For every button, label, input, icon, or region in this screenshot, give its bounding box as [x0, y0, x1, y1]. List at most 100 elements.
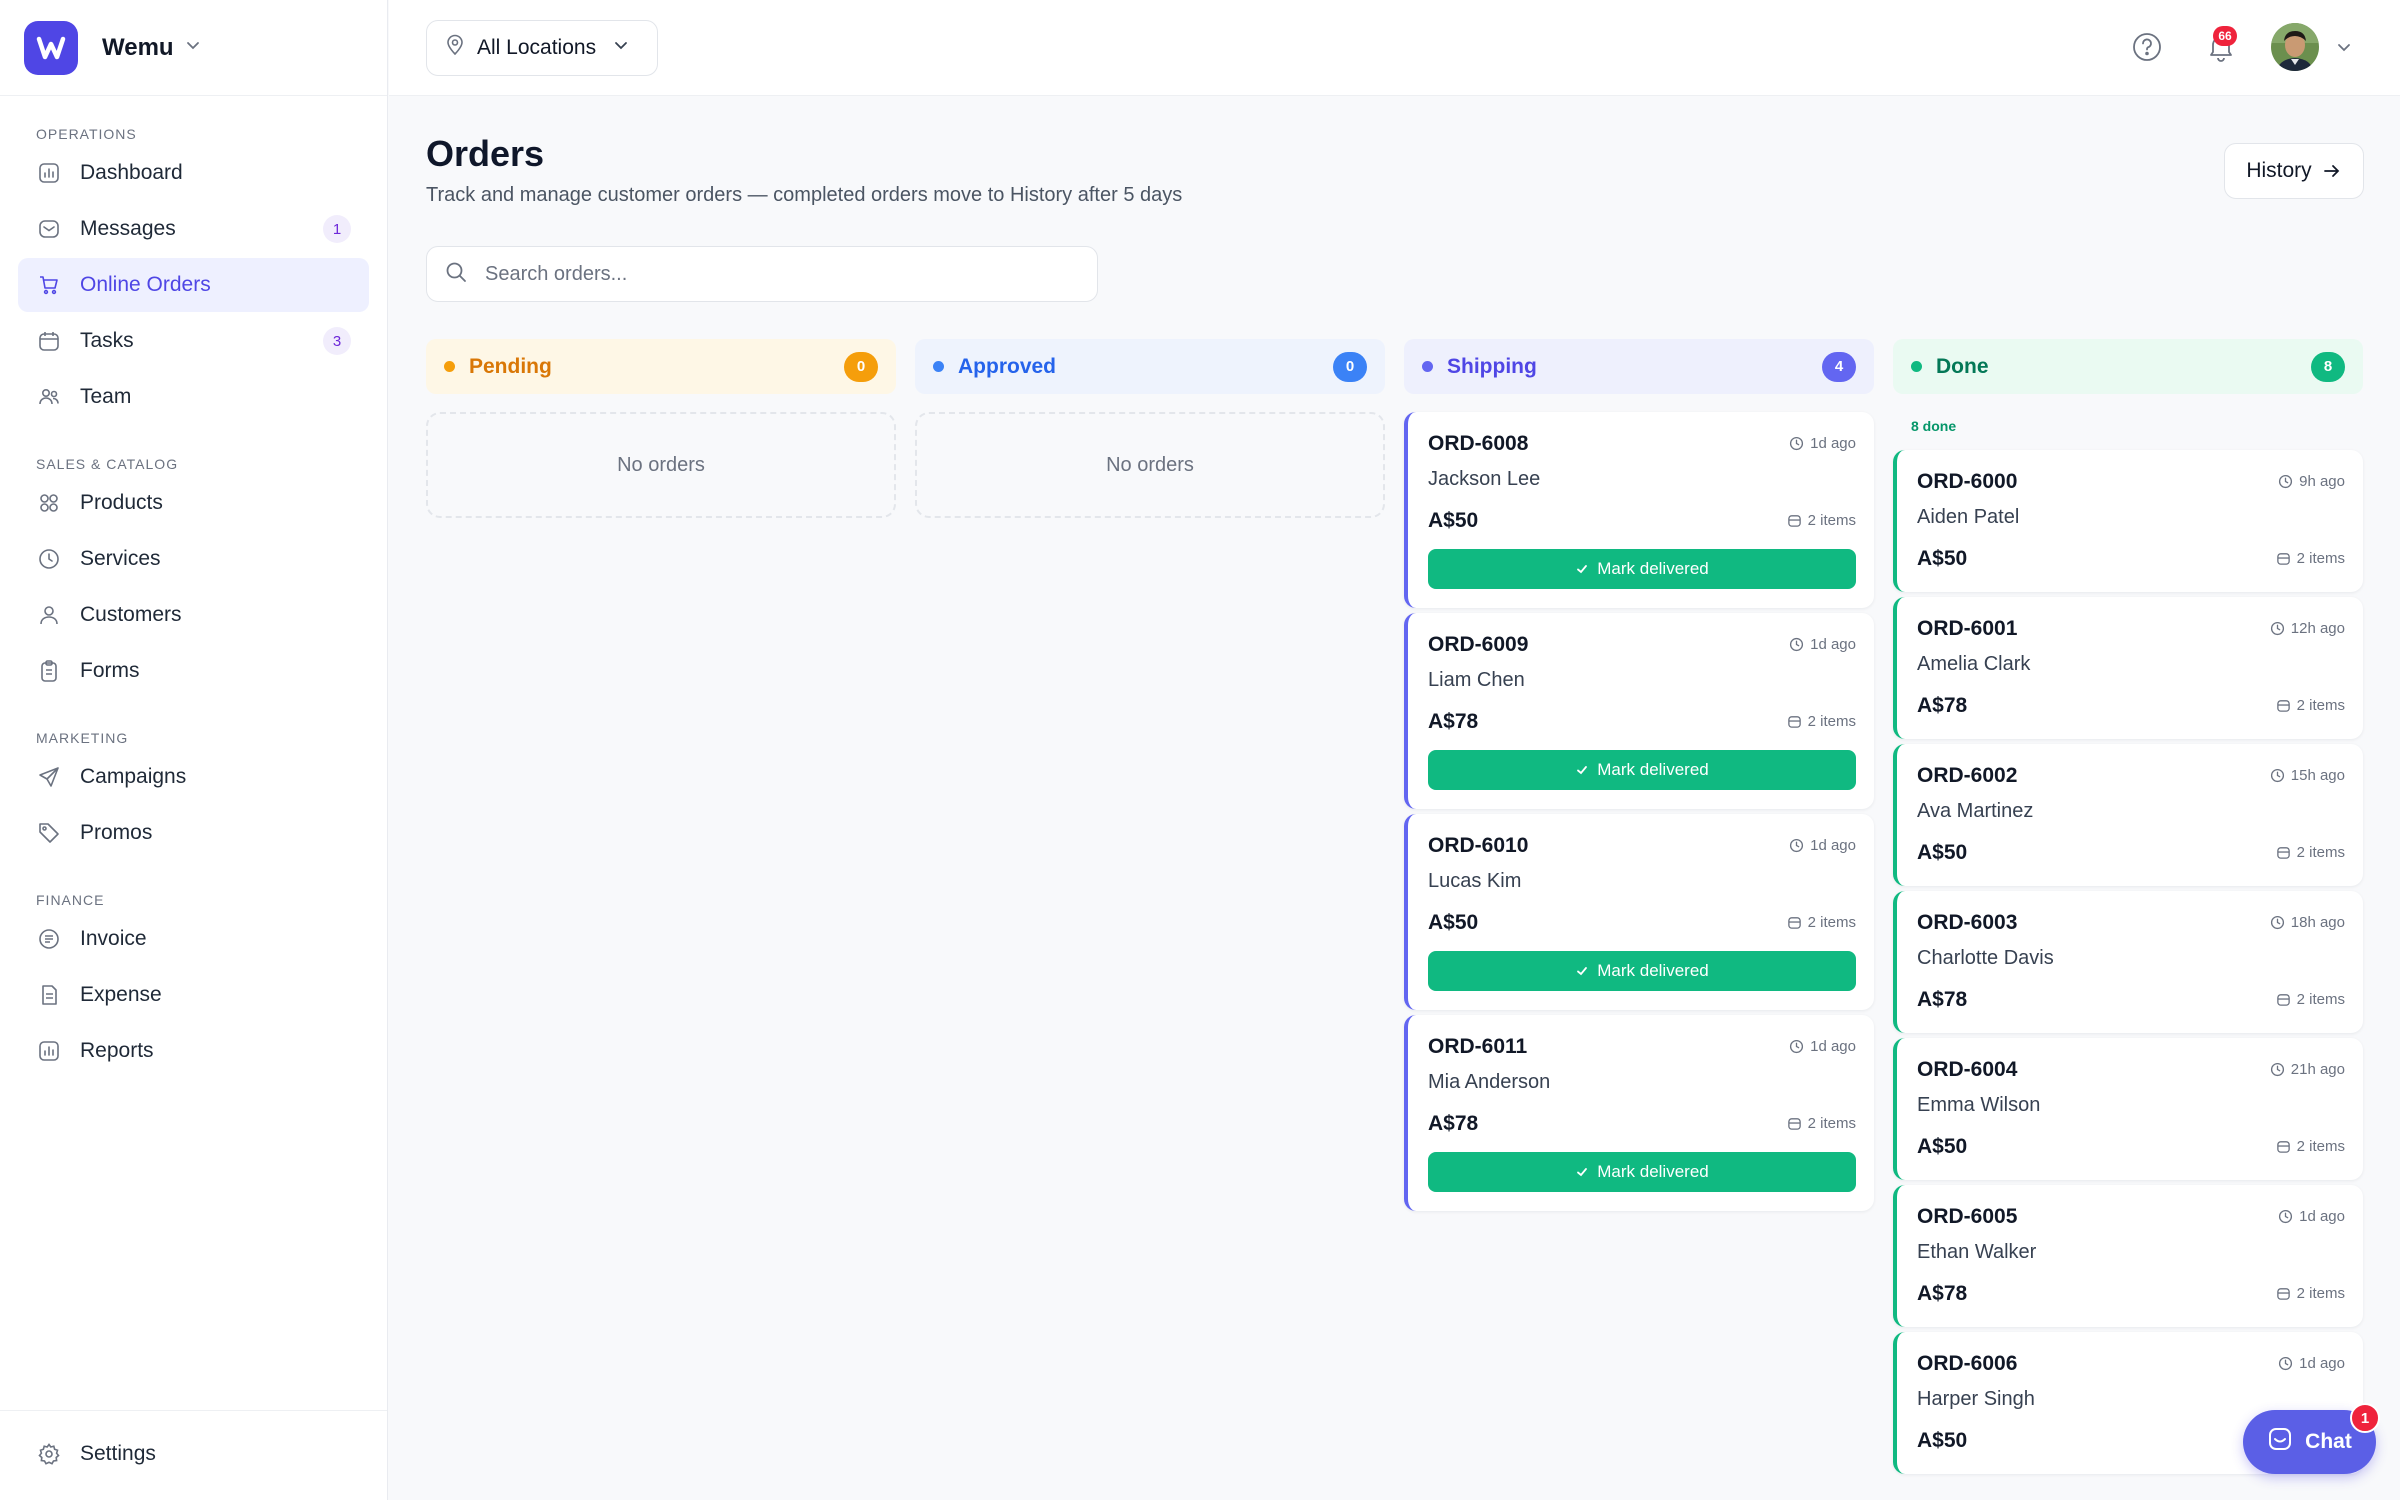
order-amount: A$78: [1917, 988, 1968, 1011]
brand-switcher[interactable]: Wemu: [0, 0, 387, 96]
customer-name: Mia Anderson: [1428, 1071, 1551, 1093]
order-id: ORD-6004: [1917, 1058, 2018, 1081]
sidebar-item-label: Messages: [80, 217, 176, 240]
mark-delivered-button[interactable]: Mark delivered: [1428, 750, 1856, 790]
order-time-text: 21h ago: [2290, 1061, 2345, 1078]
sidebar-item-reports[interactable]: Reports: [18, 1024, 369, 1078]
order-card[interactable]: ORD-6005 1d ago Ethan Walker A$78 2 items: [1893, 1185, 2363, 1327]
search-box[interactable]: [426, 246, 1098, 302]
page-subtitle: Track and manage customer orders — compl…: [426, 184, 1183, 206]
sidebar-item-label: Services: [80, 547, 161, 570]
sidebar-item-label: Invoice: [80, 927, 147, 950]
package-icon: [2276, 1286, 2297, 1301]
sidebar-item-team[interactable]: Team: [18, 370, 369, 424]
order-time-text: 1d ago: [1810, 837, 1856, 854]
customer-name: Harper Singh: [1917, 1388, 2035, 1410]
mark-delivered-button[interactable]: Mark delivered: [1428, 549, 1856, 589]
sidebar-item-label: Expense: [80, 983, 162, 1006]
sidebar-item-expense[interactable]: Expense: [18, 968, 369, 1022]
clock-icon: [1789, 838, 1810, 853]
nav-section-title: MARKETING: [36, 730, 129, 746]
clock-icon: [36, 546, 62, 572]
order-time: 18h ago: [2270, 914, 2345, 931]
mark-delivered-button[interactable]: Mark delivered: [1428, 951, 1856, 991]
empty-state: No orders: [426, 412, 896, 518]
sidebar-item-online-orders[interactable]: Online Orders: [18, 258, 369, 312]
order-card[interactable]: ORD-6010 1d ago Lucas Kim A$50 2 items Mark d…: [1404, 814, 1874, 1010]
search-icon: [445, 261, 467, 288]
order-id: ORD-6000: [1917, 470, 2018, 493]
gear-icon: [36, 1441, 62, 1467]
sidebar-item-invoice[interactable]: Invoice: [18, 912, 369, 966]
order-amount: A$78: [1917, 694, 1968, 717]
topbar: All Locations 66: [389, 0, 2400, 96]
order-items: 2 items: [1787, 512, 1856, 529]
sidebar-item-customers[interactable]: Customers: [18, 588, 369, 642]
clock-icon: [2278, 474, 2299, 489]
clock-icon: [2278, 1209, 2299, 1224]
mark-delivered-label: Mark delivered: [1597, 961, 1709, 980]
column-title: Approved: [958, 354, 1057, 378]
calendar-icon: [36, 328, 62, 354]
location-label: All Locations: [477, 36, 597, 59]
customer-name: Emma Wilson: [1917, 1094, 2041, 1116]
order-card[interactable]: ORD-6004 21h ago Emma Wilson A$50 2 items: [1893, 1038, 2363, 1180]
wemu-logo-icon: [24, 20, 78, 75]
sidebar-item-promos[interactable]: Promos: [18, 806, 369, 860]
status-dot: [933, 361, 944, 372]
sidebar-item-label: Customers: [80, 603, 182, 626]
page-title: Orders: [426, 133, 545, 174]
customer-name: Amelia Clark: [1917, 653, 2031, 675]
column-pending: Pending 0 No orders: [426, 339, 896, 518]
order-time: 21h ago: [2270, 1061, 2345, 1078]
chevron-down-icon: [612, 36, 630, 60]
order-card[interactable]: ORD-6001 12h ago Amelia Clark A$78 2 items: [1893, 597, 2363, 739]
customer-name: Lucas Kim: [1428, 870, 1522, 892]
order-card[interactable]: ORD-6003 18h ago Charlotte Davis A$78 2 item…: [1893, 891, 2363, 1033]
order-card[interactable]: ORD-6002 15h ago Ava Martinez A$50 2 items: [1893, 744, 2363, 886]
history-button[interactable]: History: [2224, 143, 2364, 199]
expense-icon: [36, 982, 62, 1008]
column-title: Pending: [469, 354, 552, 378]
customer-name: Liam Chen: [1428, 669, 1525, 691]
sidebar-item-dashboard[interactable]: Dashboard: [18, 146, 369, 200]
order-time: 12h ago: [2270, 620, 2345, 637]
order-card[interactable]: ORD-6000 9h ago Aiden Patel A$50 2 items: [1893, 450, 2363, 592]
order-time: 1d ago: [1789, 636, 1856, 653]
order-items: 2 items: [1787, 914, 1856, 931]
order-items-text: 2 items: [1807, 914, 1856, 931]
sidebar-item-label: Dashboard: [80, 161, 183, 184]
history-button-label: History: [2246, 159, 2312, 182]
order-card[interactable]: ORD-6011 1d ago Mia Anderson A$78 2 items Mar…: [1404, 1015, 1874, 1211]
order-id: ORD-6010: [1428, 834, 1529, 857]
sidebar-item-products[interactable]: Products: [18, 476, 369, 530]
order-time-text: 1d ago: [2299, 1208, 2345, 1225]
package-icon: [2276, 992, 2297, 1007]
shipping-card-list: ORD-6008 1d ago Jackson Lee A$50 2 items Mark…: [1404, 412, 1874, 1211]
sidebar-item-campaigns[interactable]: Campaigns: [18, 750, 369, 804]
nav-section-title: FINANCE: [36, 892, 105, 908]
column-count-badge: 0: [844, 351, 878, 382]
avatar[interactable]: [2271, 23, 2319, 71]
count-badge: 3: [323, 327, 351, 355]
nav-section-title: SALES & CATALOG: [36, 456, 179, 472]
order-id: ORD-6001: [1917, 617, 2018, 640]
order-card[interactable]: ORD-6009 1d ago Liam Chen A$78 2 items Mark d…: [1404, 613, 1874, 809]
package-icon: [2276, 1139, 2297, 1154]
check-icon: [1575, 964, 1597, 978]
order-id: ORD-6005: [1917, 1205, 2018, 1228]
search-input[interactable]: [485, 262, 1065, 286]
sidebar-item-messages[interactable]: Messages 1: [18, 202, 369, 256]
package-icon: [1787, 915, 1808, 930]
help-icon[interactable]: [2130, 30, 2164, 64]
mark-delivered-button[interactable]: Mark delivered: [1428, 1152, 1856, 1192]
chevron-down-icon[interactable]: [2335, 38, 2353, 61]
sidebar-item-forms[interactable]: Forms: [18, 644, 369, 698]
sidebar-item-settings[interactable]: Settings: [18, 1427, 369, 1481]
sidebar-item-tasks[interactable]: Tasks 3: [18, 314, 369, 368]
location-select[interactable]: All Locations: [426, 20, 658, 76]
sidebar-item-label: Promos: [80, 821, 153, 844]
order-card[interactable]: ORD-6008 1d ago Jackson Lee A$50 2 items Mark…: [1404, 412, 1874, 608]
sidebar-item-services[interactable]: Services: [18, 532, 369, 586]
order-items-text: 2 items: [1807, 1115, 1856, 1132]
